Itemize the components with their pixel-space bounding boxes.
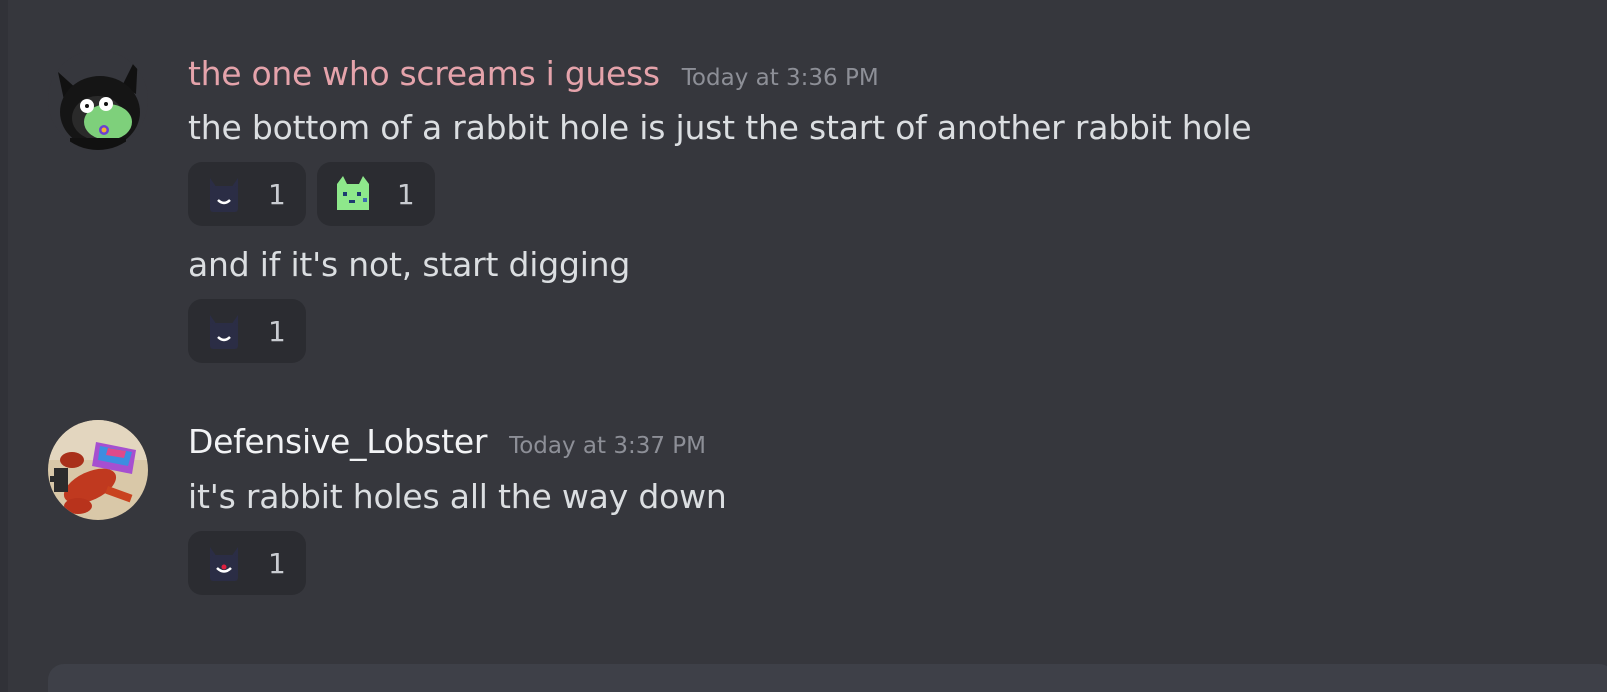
username[interactable]: the one who screams i guess xyxy=(188,54,660,93)
black-cat-hoodie-avatar-icon[interactable] xyxy=(48,50,148,150)
reaction-bar: 1 xyxy=(188,299,306,363)
message-composer[interactable] xyxy=(48,664,1607,692)
reaction-count: 1 xyxy=(396,177,415,211)
message-text: it's rabbit holes all the way down xyxy=(188,477,727,516)
message-header: Defensive_Lobster Today at 3:37 PM xyxy=(188,422,706,461)
dark-cat-smile-emoji-icon xyxy=(210,178,238,212)
message-text: the bottom of a rabbit hole is just the … xyxy=(188,108,1252,147)
lobster-avatar-icon[interactable] xyxy=(48,420,148,520)
green-cat-emoji-icon xyxy=(336,176,369,210)
reaction-bar: 1 1 xyxy=(188,162,435,226)
reaction-count: 1 xyxy=(268,177,286,211)
message-text: and if it's not, start digging xyxy=(188,245,631,284)
reaction-count: 1 xyxy=(268,546,286,580)
timestamp[interactable]: Today at 3:37 PM xyxy=(509,433,706,459)
reaction-count: 1 xyxy=(268,314,286,348)
timestamp[interactable]: Today at 3:36 PM xyxy=(682,65,879,91)
message-header: the one who screams i guess Today at 3:3… xyxy=(188,54,879,93)
reaction-button[interactable]: 1 xyxy=(188,162,306,226)
username[interactable]: Defensive_Lobster xyxy=(188,422,487,461)
reaction-button[interactable]: 1 xyxy=(188,531,306,595)
dark-cat-smile-emoji-icon xyxy=(210,315,238,349)
reaction-button[interactable]: 1 xyxy=(188,299,306,363)
reaction-button[interactable]: 1 xyxy=(316,162,435,226)
chat-message-list[interactable]: the one who screams i guess Today at 3:3… xyxy=(0,0,1607,692)
dark-cat-red-smile-emoji-icon xyxy=(210,547,238,581)
reaction-bar: 1 xyxy=(188,531,306,595)
